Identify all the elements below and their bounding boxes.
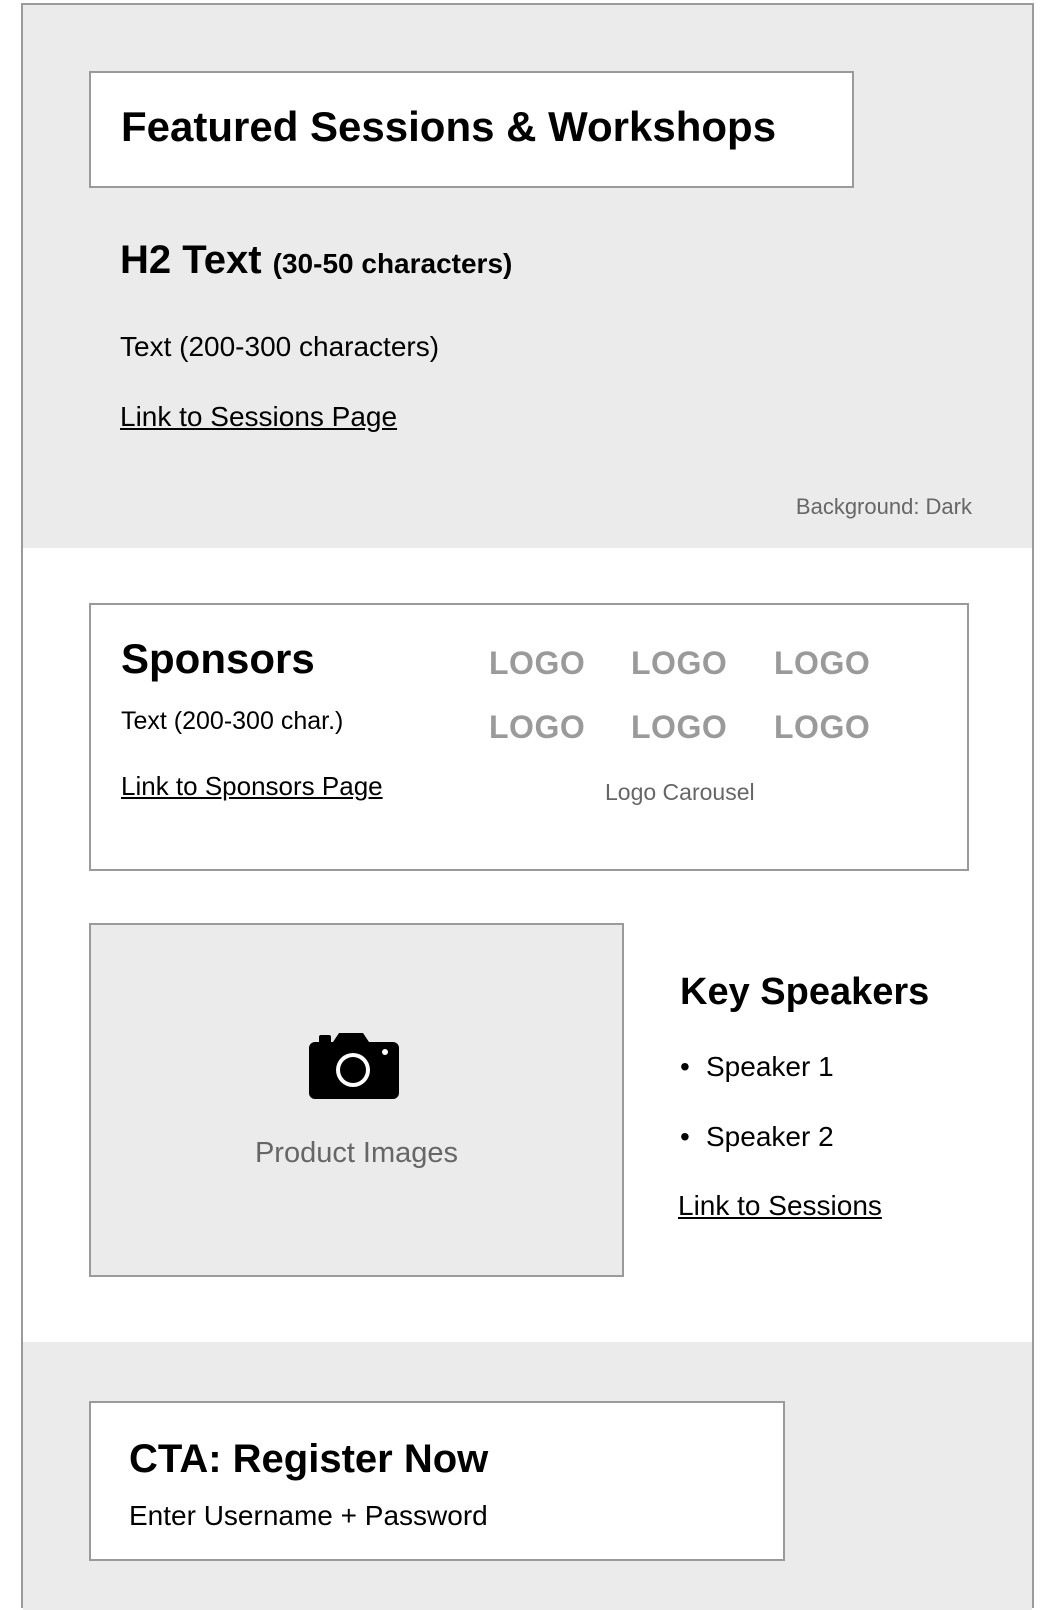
key-speakers-title: Key Speakers [680,971,930,1013]
cta-box[interactable]: CTA: Register Now Enter Username + Passw… [89,1401,785,1561]
cta-subtitle: Enter Username + Password [129,1500,488,1531]
bullet-icon: • [680,1051,690,1082]
featured-section: Featured Sessions & Workshops H2 Text (3… [23,5,1032,548]
sessions-link[interactable]: Link to Sessions [678,1190,882,1222]
sponsors-box: Sponsors Text (200-300 char.) Link to Sp… [89,603,969,871]
logo-carousel-label: Logo Carousel [605,779,755,805]
sponsors-page-link[interactable]: Link to Sponsors Page [121,771,383,802]
camera-icon [309,1033,399,1099]
speaker-name: Speaker 1 [706,1051,834,1082]
speaker-name: Speaker 2 [706,1121,834,1152]
sponsor-logo[interactable]: LOGO [774,645,870,682]
featured-h2-hint: (30-50 characters) [272,248,513,279]
background-note: Background: Dark [795,494,972,519]
featured-text: Text (200-300 characters) [120,331,440,362]
cta-section: CTA: Register Now Enter Username + Passw… [23,1342,1032,1610]
featured-h2-main: H2 Text [120,238,262,282]
sponsor-logo[interactable]: LOGO [631,709,727,746]
sponsor-logo[interactable]: LOGO [774,709,870,746]
sponsor-logo[interactable]: LOGO [489,645,585,682]
speaker-list-item: • Speaker 1 [680,1051,834,1083]
sponsors-title: Sponsors [121,635,315,682]
featured-h2: H2 Text (30-50 characters) [120,238,512,283]
bullet-icon: • [680,1121,690,1152]
page-frame: Featured Sessions & Workshops H2 Text (3… [21,3,1034,1610]
sponsor-logo[interactable]: LOGO [489,709,585,746]
sponsor-logo[interactable]: LOGO [631,645,727,682]
featured-title-box: Featured Sessions & Workshops [89,71,854,188]
sessions-page-link[interactable]: Link to Sessions Page [120,401,397,433]
featured-title: Featured Sessions & Workshops [121,103,777,150]
speaker-list-item: • Speaker 2 [680,1121,834,1153]
sponsors-text: Text (200-300 char.) [121,707,344,735]
product-image-placeholder: Product Images [89,923,624,1277]
product-images-label: Product Images [254,1137,459,1169]
cta-title: CTA: Register Now [129,1437,489,1481]
